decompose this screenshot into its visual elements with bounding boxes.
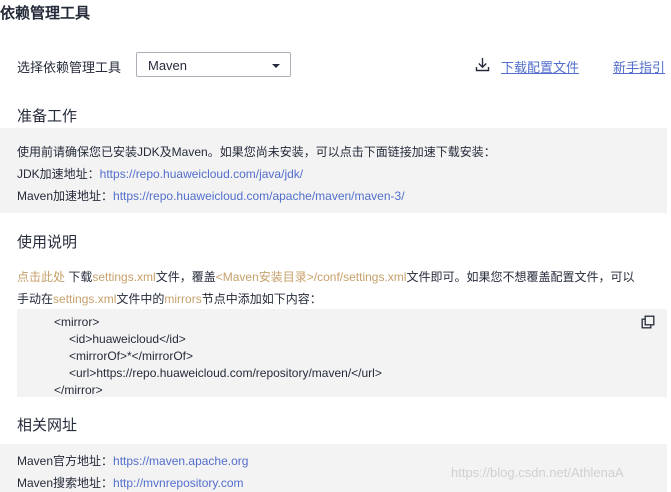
prepare-title: 准备工作 bbox=[17, 108, 78, 125]
tool-selector-row: 选择依赖管理工具 Maven 下载配置文件 新手指引 bbox=[17, 52, 667, 79]
usage-line-2: 手动在settings.xml文件中的mirrors节点中添加如下内容： bbox=[17, 290, 322, 307]
prepare-panel: 使用前请确保您已安装JDK及Maven。如果您尚未安装，可以点击下面链接加速下载… bbox=[0, 128, 667, 213]
jdk-mirror-link[interactable]: https://repo.huaweicloud.com/java/jdk/ bbox=[100, 167, 303, 181]
usage-title: 使用说明 bbox=[17, 234, 78, 251]
mirrors-node: mirrors bbox=[164, 292, 202, 306]
settings-file-name: settings.xml bbox=[92, 270, 156, 284]
copy-icon[interactable] bbox=[641, 315, 655, 329]
page: 依赖管理工具 选择依赖管理工具 Maven 下载配置文件 新手指引 准备工作 使… bbox=[0, 0, 671, 492]
jdk-mirror-row: JDK加速地址：https://repo.huaweicloud.com/jav… bbox=[17, 165, 303, 182]
maven-official-link[interactable]: https://maven.apache.org bbox=[113, 454, 248, 468]
settings-path: <Maven安装目录>/conf/settings.xml bbox=[215, 270, 407, 284]
tool-select-value: Maven bbox=[148, 58, 188, 73]
code-line: </mirror> bbox=[54, 383, 103, 397]
jdk-mirror-label: JDK加速地址： bbox=[17, 167, 100, 181]
watermark: https://blog.csdn.net/AthlenaA bbox=[451, 465, 624, 480]
guide-link[interactable]: 新手指引 bbox=[613, 57, 665, 76]
download-config-link[interactable]: 下载配置文件 bbox=[501, 57, 579, 76]
prepare-intro: 使用前请确保您已安装JDK及Maven。如果您尚未安装，可以点击下面链接加速下载… bbox=[17, 145, 496, 159]
maven-search-row: Maven搜索地址：http://mvnrepository.com bbox=[17, 474, 244, 491]
maven-mirror-link[interactable]: https://repo.huaweicloud.com/apache/mave… bbox=[113, 189, 405, 203]
usage-text: 下载 bbox=[65, 270, 93, 284]
code-block[interactable]: <mirror> <id>huaweicloud</id> <mirrorOf>… bbox=[17, 309, 667, 397]
tool-selector-label: 选择依赖管理工具 bbox=[17, 60, 122, 75]
code-line: <id>huaweicloud</id> bbox=[69, 332, 186, 346]
page-title: 依赖管理工具 bbox=[0, 5, 91, 22]
usage-text: 文件中的 bbox=[116, 292, 165, 306]
usage-text: 文件，覆盖 bbox=[155, 270, 216, 284]
usage-text: 文件即可。如果您不想覆盖配置文件，可以 bbox=[406, 270, 635, 284]
tool-select-dropdown[interactable]: Maven bbox=[136, 52, 291, 77]
usage-line-1: 点击此处 下载settings.xml文件，覆盖<Maven安装目录>/conf… bbox=[17, 268, 635, 285]
maven-mirror-label: Maven加速地址： bbox=[17, 189, 114, 203]
maven-mirror-row: Maven加速地址：https://repo.huaweicloud.com/a… bbox=[17, 187, 405, 204]
maven-search-link[interactable]: http://mvnrepository.com bbox=[113, 476, 244, 490]
maven-search-label: Maven搜索地址： bbox=[17, 476, 114, 490]
usage-text: 节点中添加如下内容： bbox=[201, 292, 322, 306]
usage-text: 手动在 bbox=[17, 292, 54, 306]
settings-file-name: settings.xml bbox=[53, 292, 117, 306]
click-here-link[interactable]: 点击此处 bbox=[17, 270, 65, 284]
download-icon bbox=[475, 58, 490, 72]
code-line: <url>https://repo.huaweicloud.com/reposi… bbox=[69, 366, 382, 380]
code-line: <mirrorOf>*</mirrorOf> bbox=[69, 349, 194, 363]
code-line: <mirror> bbox=[54, 315, 100, 329]
maven-official-label: Maven官方地址： bbox=[17, 454, 114, 468]
chevron-down-icon bbox=[272, 64, 280, 68]
related-title: 相关网址 bbox=[17, 417, 78, 434]
maven-official-row: Maven官方地址：https://maven.apache.org bbox=[17, 452, 248, 469]
